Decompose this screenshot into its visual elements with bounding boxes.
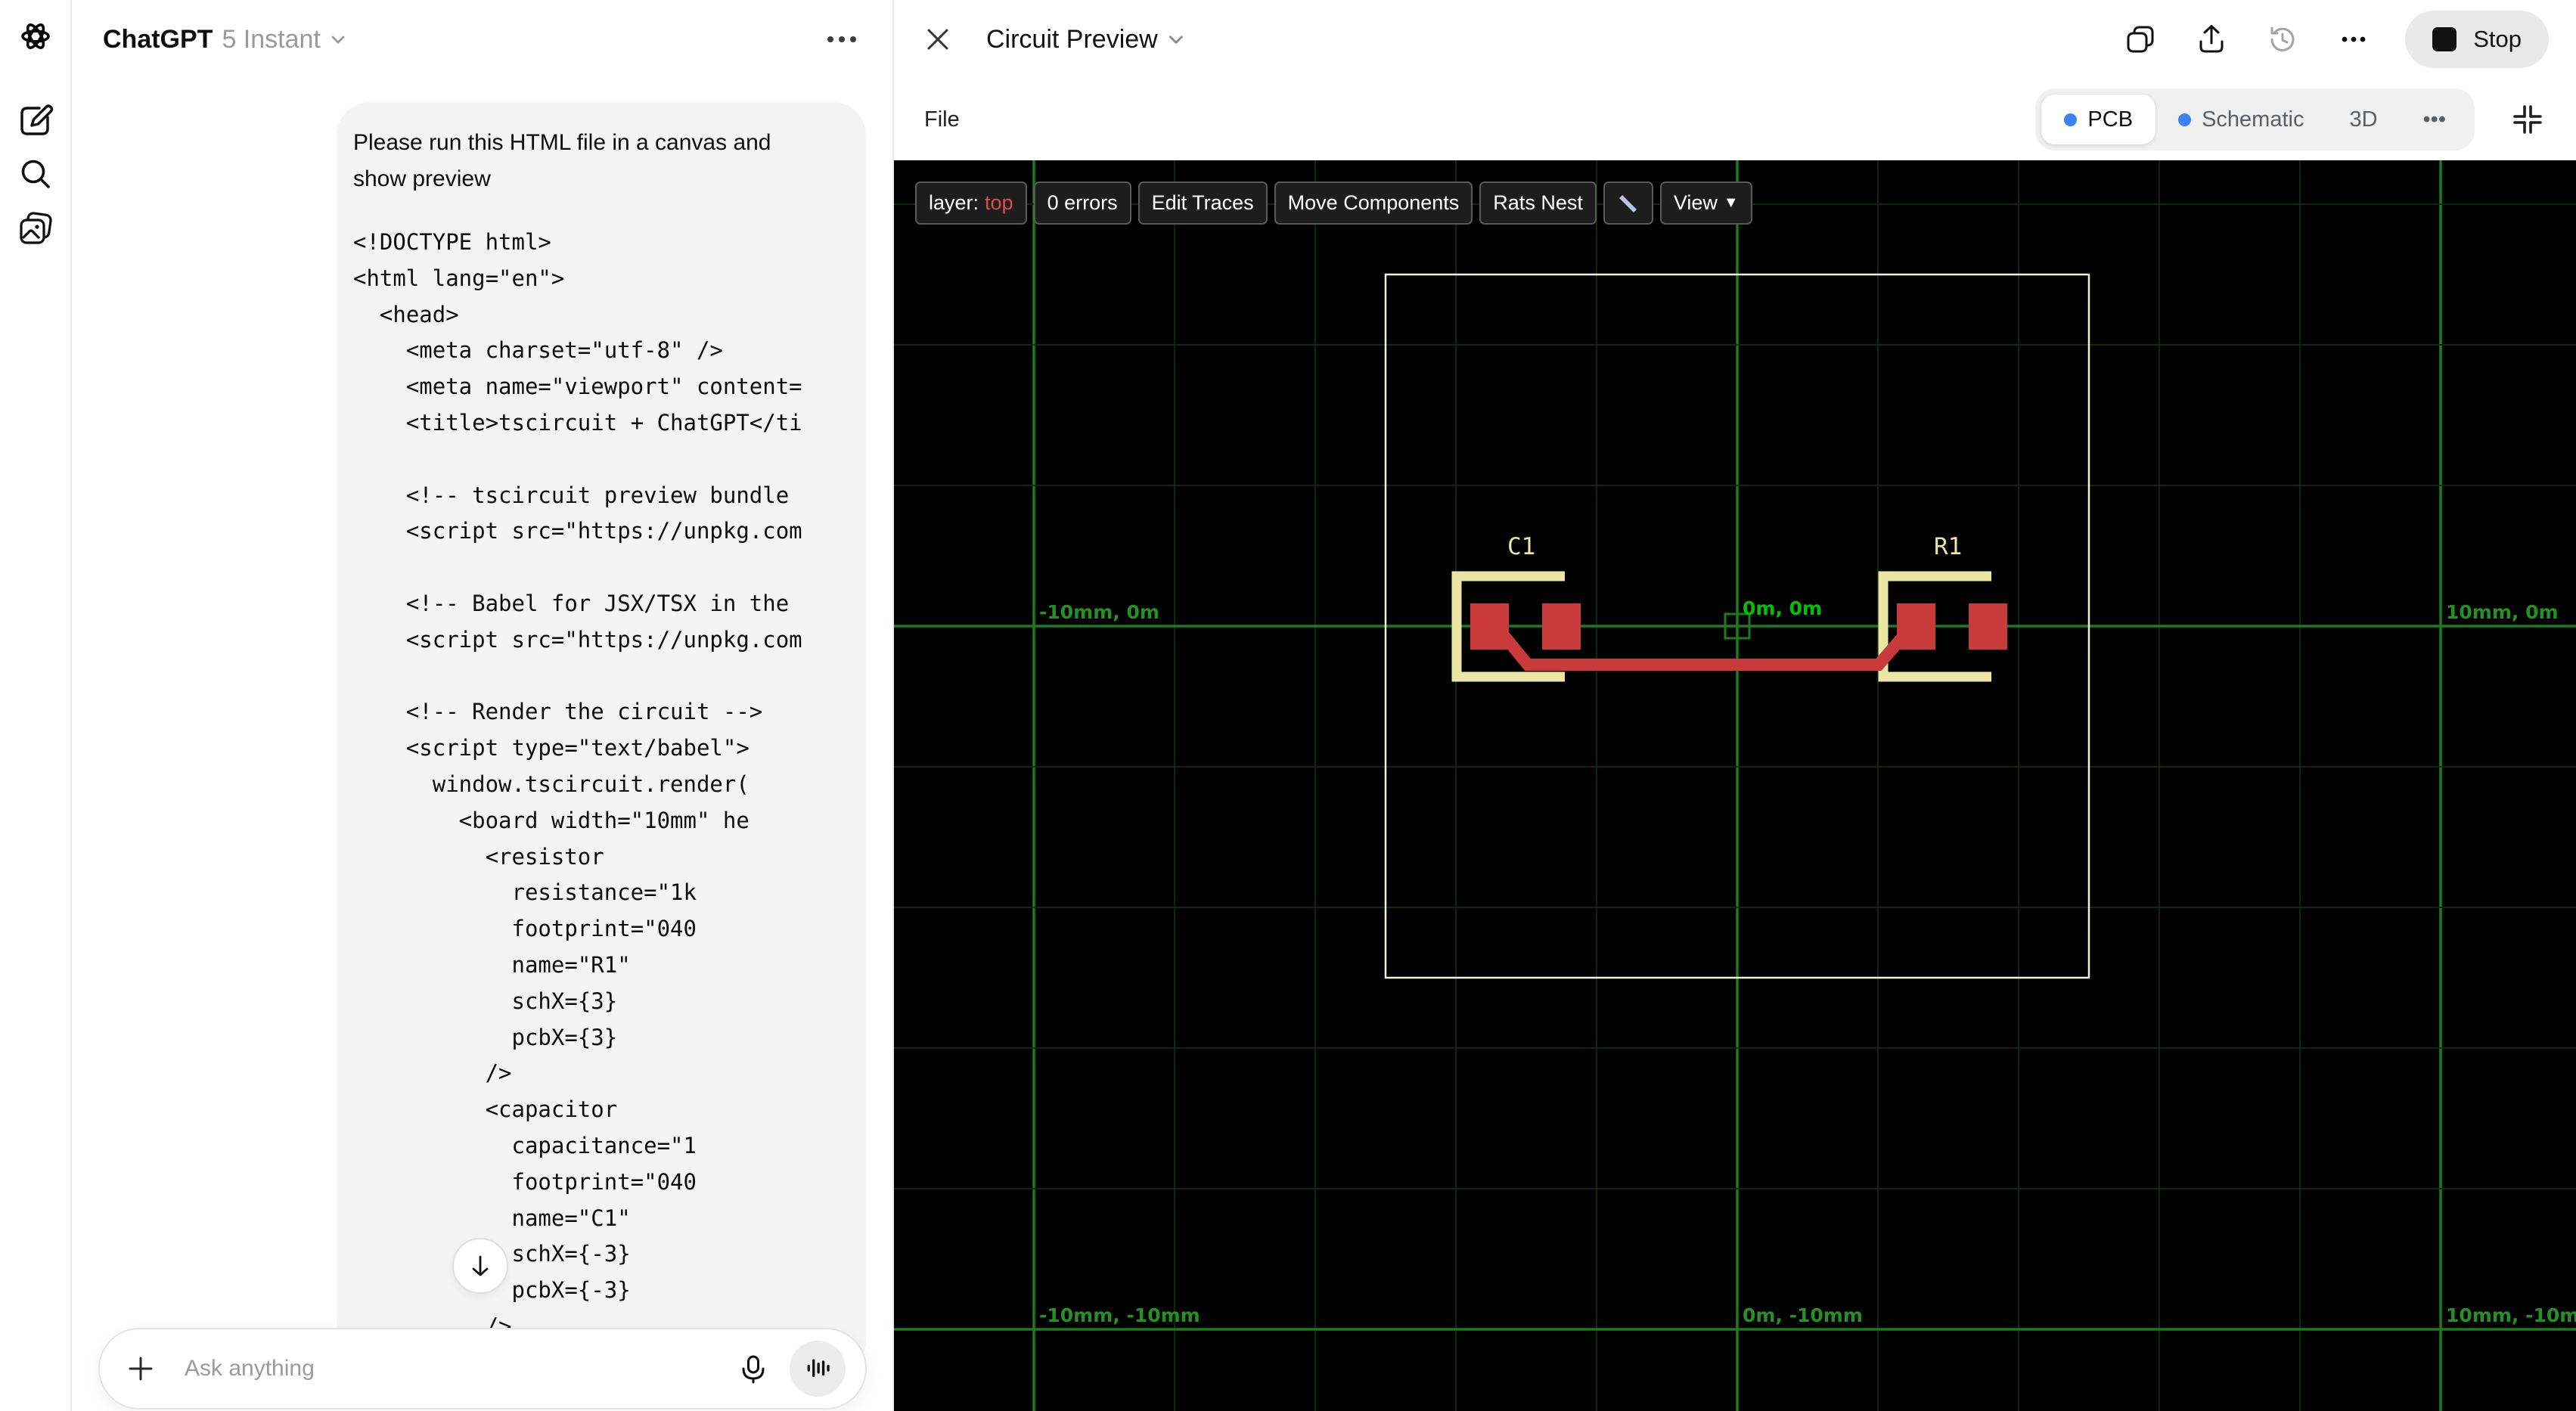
r1-pad-2[interactable] xyxy=(1969,603,2007,650)
tab-pcb[interactable]: PCB xyxy=(2041,95,2156,144)
pcb-toolbar: layer: top 0 errors Edit Traces Move Com… xyxy=(915,181,1752,225)
stop-square-icon xyxy=(2432,27,2457,51)
tab-schematic[interactable]: Schematic xyxy=(2155,95,2326,144)
chevron-down-icon[interactable] xyxy=(1165,29,1187,50)
pcb-grid xyxy=(894,160,2576,1411)
view-caret: ▼ xyxy=(1723,194,1739,211)
c1-label: C1 xyxy=(1507,533,1535,560)
pcb-viewport[interactable]: layer: top 0 errors Edit Traces Move Com… xyxy=(894,160,2576,1411)
svg-text:-10mm, -10mm: -10mm, -10mm xyxy=(1039,1304,1200,1326)
library-icon[interactable] xyxy=(16,209,55,248)
more-options-icon[interactable] xyxy=(2337,23,2370,56)
r1-label: R1 xyxy=(1934,533,1962,560)
canvas-menubar: File PCB Schematic 3D ••• xyxy=(894,79,2576,160)
dictate-mic-button[interactable] xyxy=(737,1352,770,1385)
chevron-down-icon xyxy=(331,36,345,44)
tab-3d[interactable]: 3D xyxy=(2326,95,2400,144)
pencil-icon xyxy=(1619,194,1637,212)
arrow-down-icon xyxy=(472,1255,489,1276)
grid-coordinate-labels: -10mm, 0m 0m, 0m 10mm, 0m -10mm, -10mm 0m, -… xyxy=(1039,597,2576,1326)
copy-icon[interactable] xyxy=(2124,23,2157,56)
new-chat-icon[interactable] xyxy=(16,101,55,141)
layer-button[interactable]: layer: top xyxy=(915,181,1027,225)
user-message-code: <!DOCTYPE html> <html lang="en"> <head> <… xyxy=(353,229,802,1339)
history-icon[interactable] xyxy=(2266,23,2299,56)
scroll-to-bottom-button[interactable] xyxy=(452,1238,508,1294)
model-name[interactable]: 5 Instant xyxy=(222,25,320,54)
svg-text:0m, 0m: 0m, 0m xyxy=(1743,597,1822,619)
layer-value: top xyxy=(985,191,1013,214)
stop-button[interactable]: Stop xyxy=(2405,11,2549,68)
voice-mode-button[interactable] xyxy=(790,1341,846,1397)
pencil-tool-button[interactable] xyxy=(1603,181,1653,225)
close-icon xyxy=(927,29,948,50)
app-title[interactable]: ChatGPT xyxy=(103,25,213,54)
view-tabs: PCB Schematic 3D ••• xyxy=(2035,88,2475,150)
waveform-icon xyxy=(807,1359,830,1378)
collapse-canvas-icon[interactable] xyxy=(2509,101,2546,138)
search-icon[interactable] xyxy=(16,154,55,194)
attach-plus-button[interactable] xyxy=(126,1354,156,1384)
pcb-active-dot xyxy=(2064,113,2078,126)
edit-traces-button[interactable]: Edit Traces xyxy=(1137,181,1268,225)
close-canvas-button[interactable] xyxy=(921,23,954,56)
errors-button[interactable]: 0 errors xyxy=(1033,181,1131,225)
tab-more[interactable]: ••• xyxy=(2401,95,2469,144)
view-menu-button[interactable]: View ▼ xyxy=(1659,181,1752,225)
schematic-dot xyxy=(2178,113,2192,126)
svg-text:0m, -10mm: 0m, -10mm xyxy=(1743,1304,1863,1326)
user-message-bubble: Please run this HTML file in a canvas an… xyxy=(337,102,866,1374)
canvas-title[interactable]: Circuit Preview xyxy=(986,25,1158,54)
openai-logo xyxy=(20,23,50,49)
move-components-button[interactable]: Move Components xyxy=(1274,181,1473,225)
openai-logo-icon[interactable] xyxy=(16,17,55,56)
conversation-menu-button[interactable] xyxy=(821,30,862,48)
rats-nest-button[interactable]: Rats Nest xyxy=(1479,181,1597,225)
svg-text:10mm, 0m: 10mm, 0m xyxy=(2446,601,2559,623)
pcb-canvas[interactable]: C1 R1 -10mm, 0m 0m, 0m 10mm, 0m -10mm, -10m… xyxy=(894,160,2576,1411)
left-sidebar xyxy=(0,0,72,1411)
svg-text:-10mm, 0m: -10mm, 0m xyxy=(1039,601,1159,623)
share-icon[interactable] xyxy=(2195,23,2228,56)
chat-composer[interactable]: Ask anything xyxy=(98,1328,867,1409)
composer-input[interactable]: Ask anything xyxy=(185,1356,737,1382)
chat-header: ChatGPT 5 Instant xyxy=(73,0,892,79)
app-window: ChatGPT 5 Instant Please run this HTML f… xyxy=(0,0,2576,1411)
canvas-panel: Circuit Preview Stop File PCB Schematic … xyxy=(892,0,2576,1411)
chat-panel: ChatGPT 5 Instant Please run this HTML f… xyxy=(73,0,892,1411)
file-menu[interactable]: File xyxy=(924,107,960,132)
user-message-text: Please run this HTML file in a canvas an… xyxy=(353,130,771,191)
canvas-actions xyxy=(2124,23,2370,56)
canvas-header: Circuit Preview Stop xyxy=(894,0,2576,79)
svg-text:10mm, -10mm: 10mm, -10mm xyxy=(2446,1304,2576,1326)
c1-pad-2[interactable] xyxy=(1542,603,1581,650)
